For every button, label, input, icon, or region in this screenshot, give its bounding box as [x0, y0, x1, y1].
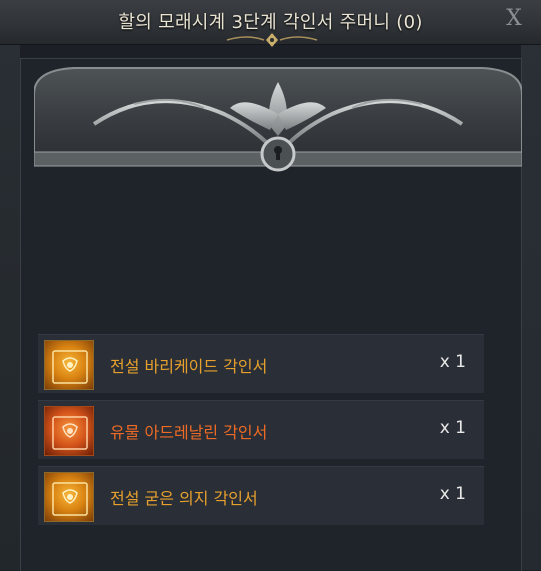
item-name: 전설 바리케이드 각인서 [110, 357, 268, 376]
title-ornament-icon [226, 33, 318, 47]
item-quantity: x 1 [439, 484, 466, 504]
book-icon [44, 340, 94, 390]
list-item[interactable]: 전설 굳은 의지 각인서 x 1 [38, 466, 484, 525]
item-list: 전설 바리케이드 각인서 x 1 유물 아드레날린 각인서 x 1 전설 굳은 … [38, 334, 484, 532]
crest-ornament-icon [34, 67, 522, 172]
item-quantity: x 1 [439, 352, 466, 372]
list-item[interactable]: 유물 아드레날린 각인서 x 1 [38, 400, 484, 459]
book-icon [44, 472, 94, 522]
background-right [521, 0, 541, 570]
close-button[interactable]: X [501, 6, 527, 32]
item-name: 전설 굳은 의지 각인서 [110, 489, 258, 508]
item-quantity: x 1 [439, 418, 466, 438]
list-item[interactable]: 전설 바리케이드 각인서 x 1 [38, 334, 484, 393]
book-icon [44, 406, 94, 456]
item-name: 유물 아드레날린 각인서 [110, 423, 268, 442]
background-left [0, 0, 20, 570]
